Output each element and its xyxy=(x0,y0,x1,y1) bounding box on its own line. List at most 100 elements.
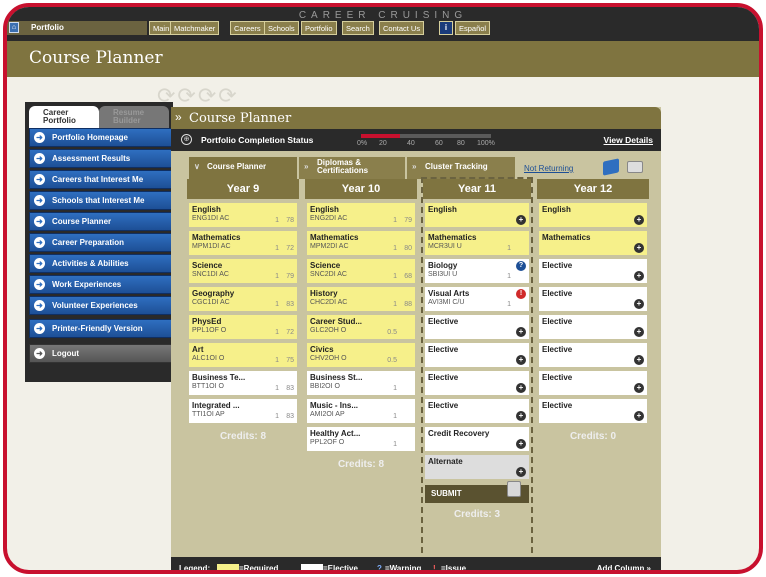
sidebar-item-activities[interactable]: ➜ Activities & Abilities xyxy=(29,254,173,273)
course-cell[interactable]: Mathematics + xyxy=(539,231,647,255)
add-icon[interactable]: + xyxy=(516,383,526,393)
tab-label: Cluster Tracking xyxy=(425,162,488,171)
course-cell[interactable]: English + xyxy=(425,203,529,227)
course-credit: 0.5 xyxy=(387,329,397,336)
add-icon[interactable]: + xyxy=(634,215,644,225)
nav-matchmaker[interactable]: Matchmaker xyxy=(170,21,220,35)
add-icon[interactable]: + xyxy=(516,355,526,365)
nav-portfolio[interactable]: Portfolio xyxy=(301,21,337,35)
course-name: PhysEd xyxy=(192,317,222,326)
sidebar-item-printer-friendly[interactable]: ➜ Printer-Friendly Version xyxy=(29,319,173,338)
course-cell[interactable]: Elective + xyxy=(539,259,647,283)
course-name: Mathematics xyxy=(428,233,477,242)
book-icon[interactable] xyxy=(603,158,619,176)
course-cell[interactable]: Integrated ... TTI1OI AP 1 83 xyxy=(189,399,297,423)
course-cell[interactable]: Civics CHV2OH O 0.5 xyxy=(307,343,415,367)
portfolio-home-link[interactable]: ⌂ Portfolio xyxy=(7,21,147,35)
warning-icon[interactable]: ? xyxy=(516,261,526,271)
course-mark: 72 xyxy=(286,329,294,336)
nav-contact-us[interactable]: Contact Us xyxy=(379,21,425,35)
tab-course-planner[interactable]: ∨ Course Planner xyxy=(189,157,297,179)
course-cell[interactable]: PhysEd PPL1OF O 1 72 xyxy=(189,315,297,339)
course-mark: 79 xyxy=(404,217,412,224)
add-icon[interactable]: + xyxy=(516,215,526,225)
add-icon[interactable]: + xyxy=(516,467,526,477)
not-returning-link[interactable]: Not Returning xyxy=(524,164,573,173)
course-cell[interactable]: Elective + xyxy=(539,399,647,423)
course-cell[interactable]: Credit Recovery + xyxy=(425,427,529,451)
add-icon[interactable]: + xyxy=(634,243,644,253)
course-cell[interactable]: Mathematics MCR3UI U 1 xyxy=(425,231,529,255)
course-cell[interactable]: History CHC2DI AC 1 88 xyxy=(307,287,415,311)
course-cell[interactable]: Science SNC1DI AC 1 79 xyxy=(189,259,297,283)
issue-icon[interactable]: ! xyxy=(516,289,526,299)
info-icon[interactable]: i xyxy=(439,21,453,35)
year-column: Year 11 English + Mathematics MCR3UI U 1 Biolo… xyxy=(421,177,533,570)
sidebar-item-portfolio-homepage[interactable]: ➜ Portfolio Homepage xyxy=(29,128,173,147)
course-cell[interactable]: English ENG1DI AC 1 78 xyxy=(189,203,297,227)
add-icon[interactable]: + xyxy=(634,383,644,393)
course-cell[interactable]: Elective + xyxy=(539,315,647,339)
completion-progress-bar xyxy=(361,134,491,138)
add-icon[interactable]: + xyxy=(634,355,644,365)
sidebar-item-volunteer-experiences[interactable]: ➜ Volunteer Experiences xyxy=(29,296,173,315)
sidebar-item-work-experiences[interactable]: ➜ Work Experiences xyxy=(29,275,173,294)
course-cell[interactable]: Visual Arts AVI3MI C/U 1! xyxy=(425,287,529,311)
sidebar-item-careers[interactable]: ➜ Careers that Interest Me xyxy=(29,170,173,189)
add-icon[interactable]: + xyxy=(634,299,644,309)
add-icon[interactable]: + xyxy=(634,327,644,337)
course-cell[interactable]: Elective + xyxy=(539,343,647,367)
course-mark: 80 xyxy=(404,245,412,252)
tab-diplomas[interactable]: » Diplomas & Certifications xyxy=(299,157,405,179)
tab-resume-builder[interactable]: Resume Builder xyxy=(99,106,169,128)
course-cell[interactable]: Healthy Act... PPL2OF O1 xyxy=(307,427,415,451)
course-cell[interactable]: Elective + xyxy=(425,371,529,395)
course-cell[interactable]: Business Te... BTT1OI O 1 83 xyxy=(189,371,297,395)
add-icon[interactable]: + xyxy=(634,271,644,281)
course-cell[interactable]: Elective + xyxy=(425,399,529,423)
view-details-link[interactable]: View Details xyxy=(604,135,653,145)
logout-button[interactable]: ➜ Logout xyxy=(29,344,173,363)
home-icon[interactable]: ⌂ xyxy=(9,22,19,33)
course-cell[interactable]: English + xyxy=(539,203,647,227)
nav-search[interactable]: Search xyxy=(342,21,374,35)
course-cell[interactable]: Elective + xyxy=(539,371,647,395)
submit-button[interactable]: SUBMIT xyxy=(425,481,529,503)
course-cell[interactable]: Elective + xyxy=(425,315,529,339)
nav-schools[interactable]: Schools xyxy=(264,21,299,35)
nav-careers[interactable]: Careers xyxy=(230,21,265,35)
course-cell[interactable]: Mathematics MPM2DI AC 1 80 xyxy=(307,231,415,255)
course-cell[interactable]: Science SNC2DI AC 1 68 xyxy=(307,259,415,283)
course-cell[interactable]: Elective + xyxy=(425,343,529,367)
tab-cluster-tracking[interactable]: » Cluster Tracking xyxy=(407,157,515,179)
course-cell[interactable]: Mathematics MPM1DI AC 1 72 xyxy=(189,231,297,255)
course-name: Geography xyxy=(192,289,235,298)
sidebar-item-assessment-results[interactable]: ➜ Assessment Results xyxy=(29,149,173,168)
expand-icon[interactable]: ⊕ xyxy=(181,134,192,145)
add-column-link[interactable]: Add Column » xyxy=(597,564,651,570)
nav-espanol[interactable]: Español xyxy=(455,21,491,35)
add-icon[interactable]: + xyxy=(634,411,644,421)
course-cell[interactable]: English ENG2DI AC 1 79 xyxy=(307,203,415,227)
course-credit: 1 xyxy=(275,273,279,280)
sidebar-item-career-preparation[interactable]: ➜ Career Preparation xyxy=(29,233,173,252)
course-cell[interactable]: Biology SBI3UI U 1? xyxy=(425,259,529,283)
course-credit: 1 xyxy=(275,413,279,420)
top-bar: CAREER CRUISING ⌂ Portfolio Main Matchma… xyxy=(7,7,759,41)
sidebar-item-course-planner[interactable]: ➜ Course Planner xyxy=(29,212,173,231)
course-cell[interactable]: Alternate + xyxy=(425,455,529,479)
printer-icon[interactable] xyxy=(627,161,643,173)
course-cell[interactable]: Art ALC1OI O 1 75 xyxy=(189,343,297,367)
watermark-arrows-icon: ⟳⟳⟳⟳ xyxy=(157,83,239,108)
course-cell[interactable]: Music - Ins... AMI2OI AP 1 xyxy=(307,399,415,423)
course-cell[interactable]: Geography CGC1DI AC 1 83 xyxy=(189,287,297,311)
course-cell[interactable]: Career Stud... GLC2OH O 0.5 xyxy=(307,315,415,339)
add-icon[interactable]: + xyxy=(516,411,526,421)
course-cell[interactable]: Business St... BBI2OI O1 xyxy=(307,371,415,395)
course-cell[interactable]: Elective + xyxy=(539,287,647,311)
add-icon[interactable]: + xyxy=(516,439,526,449)
sidebar-item-schools[interactable]: ➜ Schools that Interest Me xyxy=(29,191,173,210)
tab-career-portfolio[interactable]: Career Portfolio xyxy=(29,106,99,128)
lock-icon xyxy=(507,481,521,497)
add-icon[interactable]: + xyxy=(516,327,526,337)
